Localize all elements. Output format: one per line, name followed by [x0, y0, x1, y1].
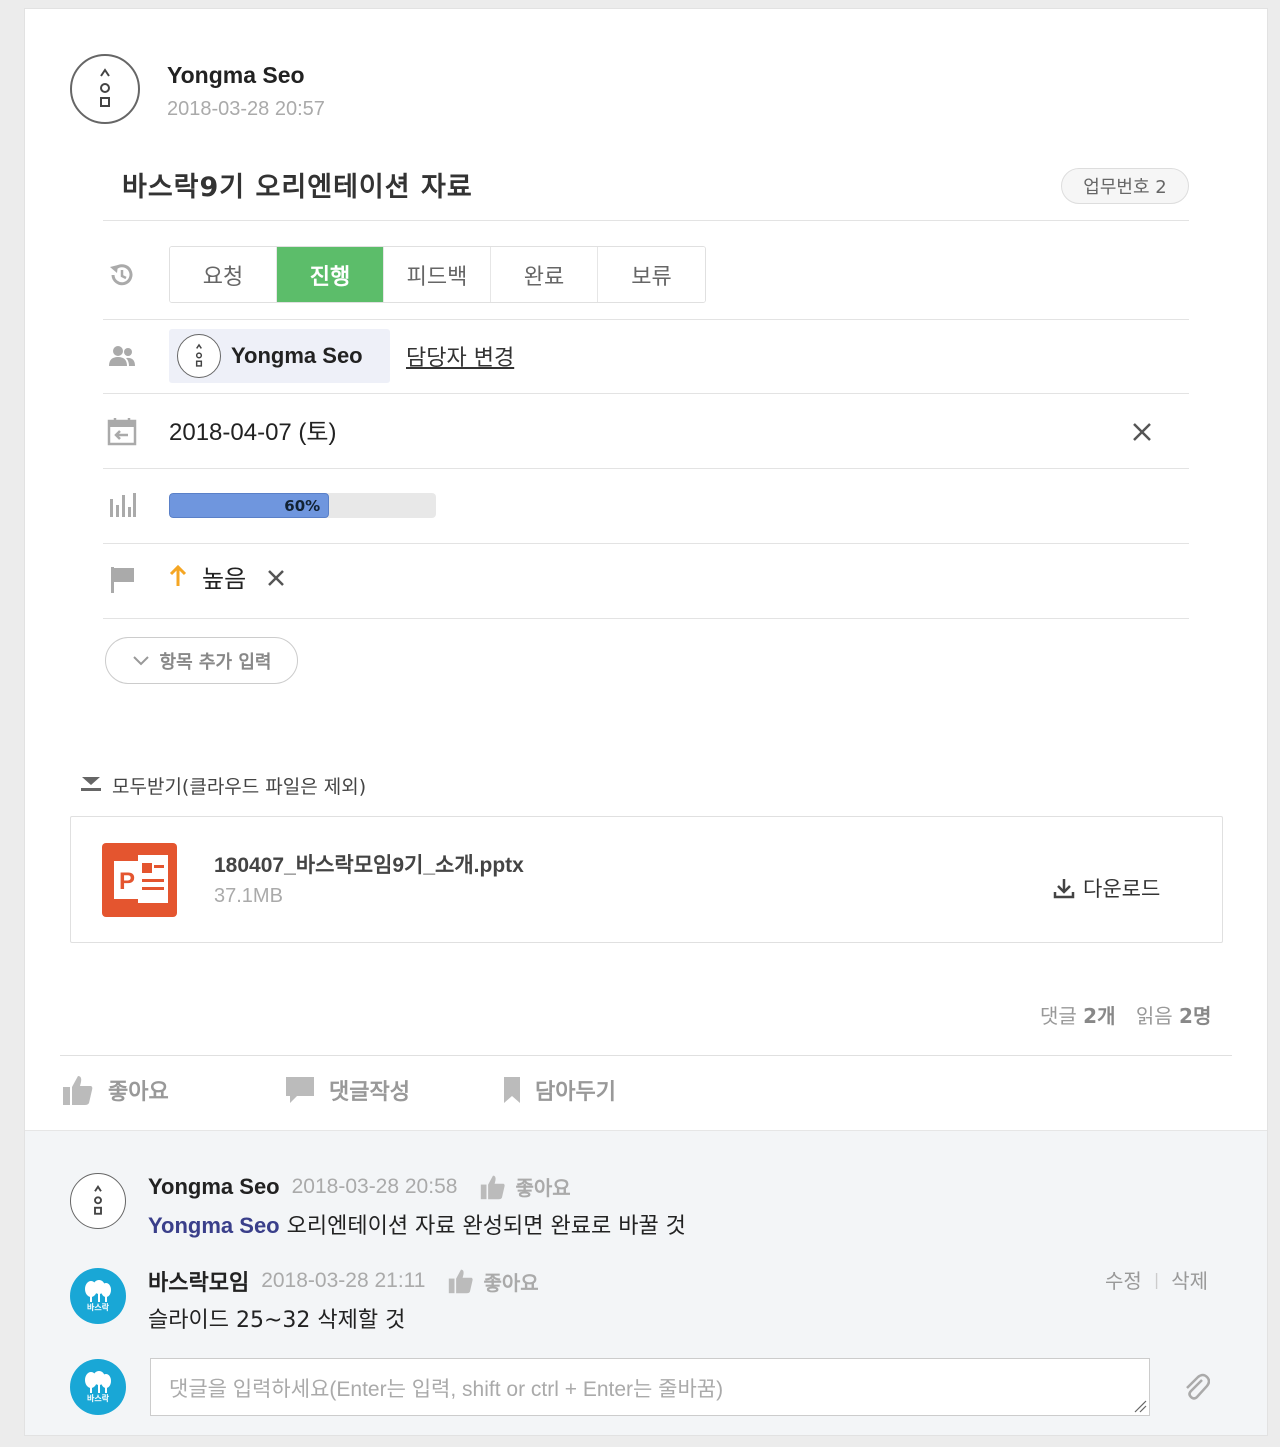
separator: |	[1153, 1270, 1160, 1289]
add-field-button[interactable]: 항목 추가 입력	[105, 637, 298, 684]
delete-comment-button[interactable]: 삭제	[1171, 1265, 1208, 1294]
attachment-size: 37.1MB	[214, 885, 283, 907]
users-icon	[106, 340, 138, 372]
comment-timestamp: 2018-03-28 20:58	[291, 1174, 458, 1198]
comment-body: 오리엔테이션 자료 완성되면 완료로 바꿀 것	[286, 1214, 686, 1239]
bookmark-icon	[504, 1077, 520, 1103]
comment-input-placeholder: 댓글을 입력하세요(Enter는 입력, shift or ctrl + Ent…	[169, 1378, 724, 1401]
assignee-avatar	[177, 334, 221, 378]
logo-icon	[94, 1185, 102, 1215]
task-number-badge: 업무번호 2	[1061, 168, 1189, 204]
comment-avatar[interactable]	[70, 1173, 126, 1229]
like-button[interactable]: 좋아요	[62, 1072, 169, 1108]
divider	[103, 543, 1189, 544]
comment-text: Yongma Seo 오리엔테이션 자료 완성되면 완료로 바꿀 것	[148, 1208, 686, 1240]
divider	[60, 1055, 1232, 1056]
comment-author[interactable]: 바스락모임	[148, 1265, 249, 1297]
status-complete-button[interactable]: 완료	[491, 247, 598, 302]
history-icon	[106, 259, 138, 291]
comments-label: 댓글	[1040, 1004, 1077, 1028]
avatar-caption: 바스락	[86, 1302, 110, 1312]
bookmark-label: 담아두기	[535, 1080, 616, 1105]
comment-like-button[interactable]: 좋아요	[447, 1267, 539, 1296]
comment-like-button[interactable]: 좋아요	[479, 1172, 571, 1201]
divider	[103, 393, 1189, 394]
divider	[103, 618, 1189, 619]
comment-text: 슬라이드 25~32 삭제할 것	[148, 1308, 406, 1333]
progress-bar[interactable]: 60%	[169, 493, 436, 518]
comment-label: 댓글작성	[329, 1080, 410, 1105]
comment-input[interactable]: 댓글을 입력하세요(Enter는 입력, shift or ctrl + Ent…	[150, 1358, 1150, 1416]
post-stats: 댓글 2개 읽음 2명	[1040, 1000, 1211, 1029]
reads-label: 읽음	[1135, 1004, 1173, 1028]
like-label: 좋아요	[108, 1080, 169, 1105]
assignee-chip[interactable]: Yongma Seo	[169, 329, 390, 383]
tree-logo-icon	[85, 1370, 111, 1393]
post-timestamp: 2018-03-28 20:57	[167, 98, 325, 120]
comment-author[interactable]: Yongma Seo	[148, 1174, 280, 1200]
clear-date-close-icon[interactable]	[1130, 420, 1154, 444]
current-user-avatar: 바스락	[70, 1359, 126, 1415]
calendar-icon	[106, 415, 138, 447]
bookmark-button[interactable]: 담아두기	[503, 1072, 616, 1108]
attach-file-icon[interactable]	[1182, 1372, 1211, 1402]
clear-priority-close-icon[interactable]	[266, 568, 286, 588]
comment-actions: 수정 | 삭제	[1105, 1265, 1208, 1294]
divider	[103, 220, 1189, 221]
due-date-value[interactable]: 2018-04-07 (토)	[169, 412, 337, 447]
logo-icon	[195, 343, 203, 367]
avatar-caption: 바스락	[86, 1393, 110, 1403]
author-name[interactable]: Yongma Seo	[167, 62, 305, 89]
progress-fill: 60%	[169, 493, 330, 518]
status-selector: 요청 진행 피드백 완료 보류	[169, 246, 706, 303]
download-icon	[1053, 879, 1075, 899]
divider	[103, 319, 1189, 320]
download-label: 다운로드	[1083, 877, 1161, 901]
add-field-label: 항목 추가 입력	[159, 651, 272, 673]
priority-label[interactable]: 높음	[202, 559, 246, 594]
comment-like-label: 좋아요	[483, 1270, 539, 1295]
comment-header: Yongma Seo 2018-03-28 20:58 좋아요	[148, 1172, 571, 1201]
status-hold-button[interactable]: 보류	[598, 247, 705, 302]
page-title: 바스락9기 오리엔테이션 자료	[122, 172, 473, 203]
comment-mention[interactable]: Yongma Seo	[148, 1213, 280, 1238]
comment-icon	[286, 1077, 314, 1103]
tree-logo-icon	[85, 1279, 111, 1302]
comment-avatar[interactable]: 바스락	[70, 1268, 126, 1324]
author-avatar[interactable]	[70, 54, 140, 124]
chevron-down-icon	[132, 655, 149, 665]
attachment-name[interactable]: 180407_바스락모임9기_소개.pptx	[214, 849, 524, 879]
svg-text:P: P	[119, 868, 135, 895]
logo-icon	[100, 68, 110, 107]
download-button[interactable]: 다운로드	[1053, 873, 1160, 903]
change-assignee-link[interactable]: 담당자 변경	[406, 340, 514, 372]
download-all-link[interactable]: 모두받기(클라우드 파일은 제외)	[112, 772, 366, 799]
comment-timestamp: 2018-03-28 21:11	[261, 1269, 426, 1292]
progress-label: 60%	[284, 496, 321, 515]
thumbs-up-icon	[449, 1269, 474, 1294]
arrow-up-icon	[168, 564, 188, 588]
resize-handle-icon[interactable]	[1133, 1399, 1147, 1413]
assignee-name: Yongma Seo	[231, 343, 363, 368]
flag-icon	[106, 563, 138, 595]
status-progress-button[interactable]: 진행	[277, 247, 384, 302]
thumbs-up-icon	[481, 1175, 506, 1199]
status-feedback-button[interactable]: 피드백	[384, 247, 491, 302]
download-all-icon[interactable]	[79, 774, 103, 794]
status-request-button[interactable]: 요청	[170, 247, 277, 302]
edit-comment-button[interactable]: 수정	[1105, 1265, 1142, 1294]
bar-chart-icon	[106, 489, 138, 521]
thumbs-up-icon	[63, 1076, 93, 1105]
reads-count: 2명	[1179, 1004, 1212, 1028]
divider	[103, 468, 1189, 469]
attachment-card: P 180407_바스락모임9기_소개.pptx 37.1MB 다운로드	[70, 816, 1223, 943]
powerpoint-icon: P	[102, 843, 177, 917]
write-comment-button[interactable]: 댓글작성	[285, 1072, 410, 1108]
comment-like-label: 좋아요	[515, 1176, 571, 1200]
comments-count: 2개	[1083, 1004, 1116, 1028]
comment-header: 바스락모임 2018-03-28 21:11 좋아요	[148, 1265, 539, 1297]
